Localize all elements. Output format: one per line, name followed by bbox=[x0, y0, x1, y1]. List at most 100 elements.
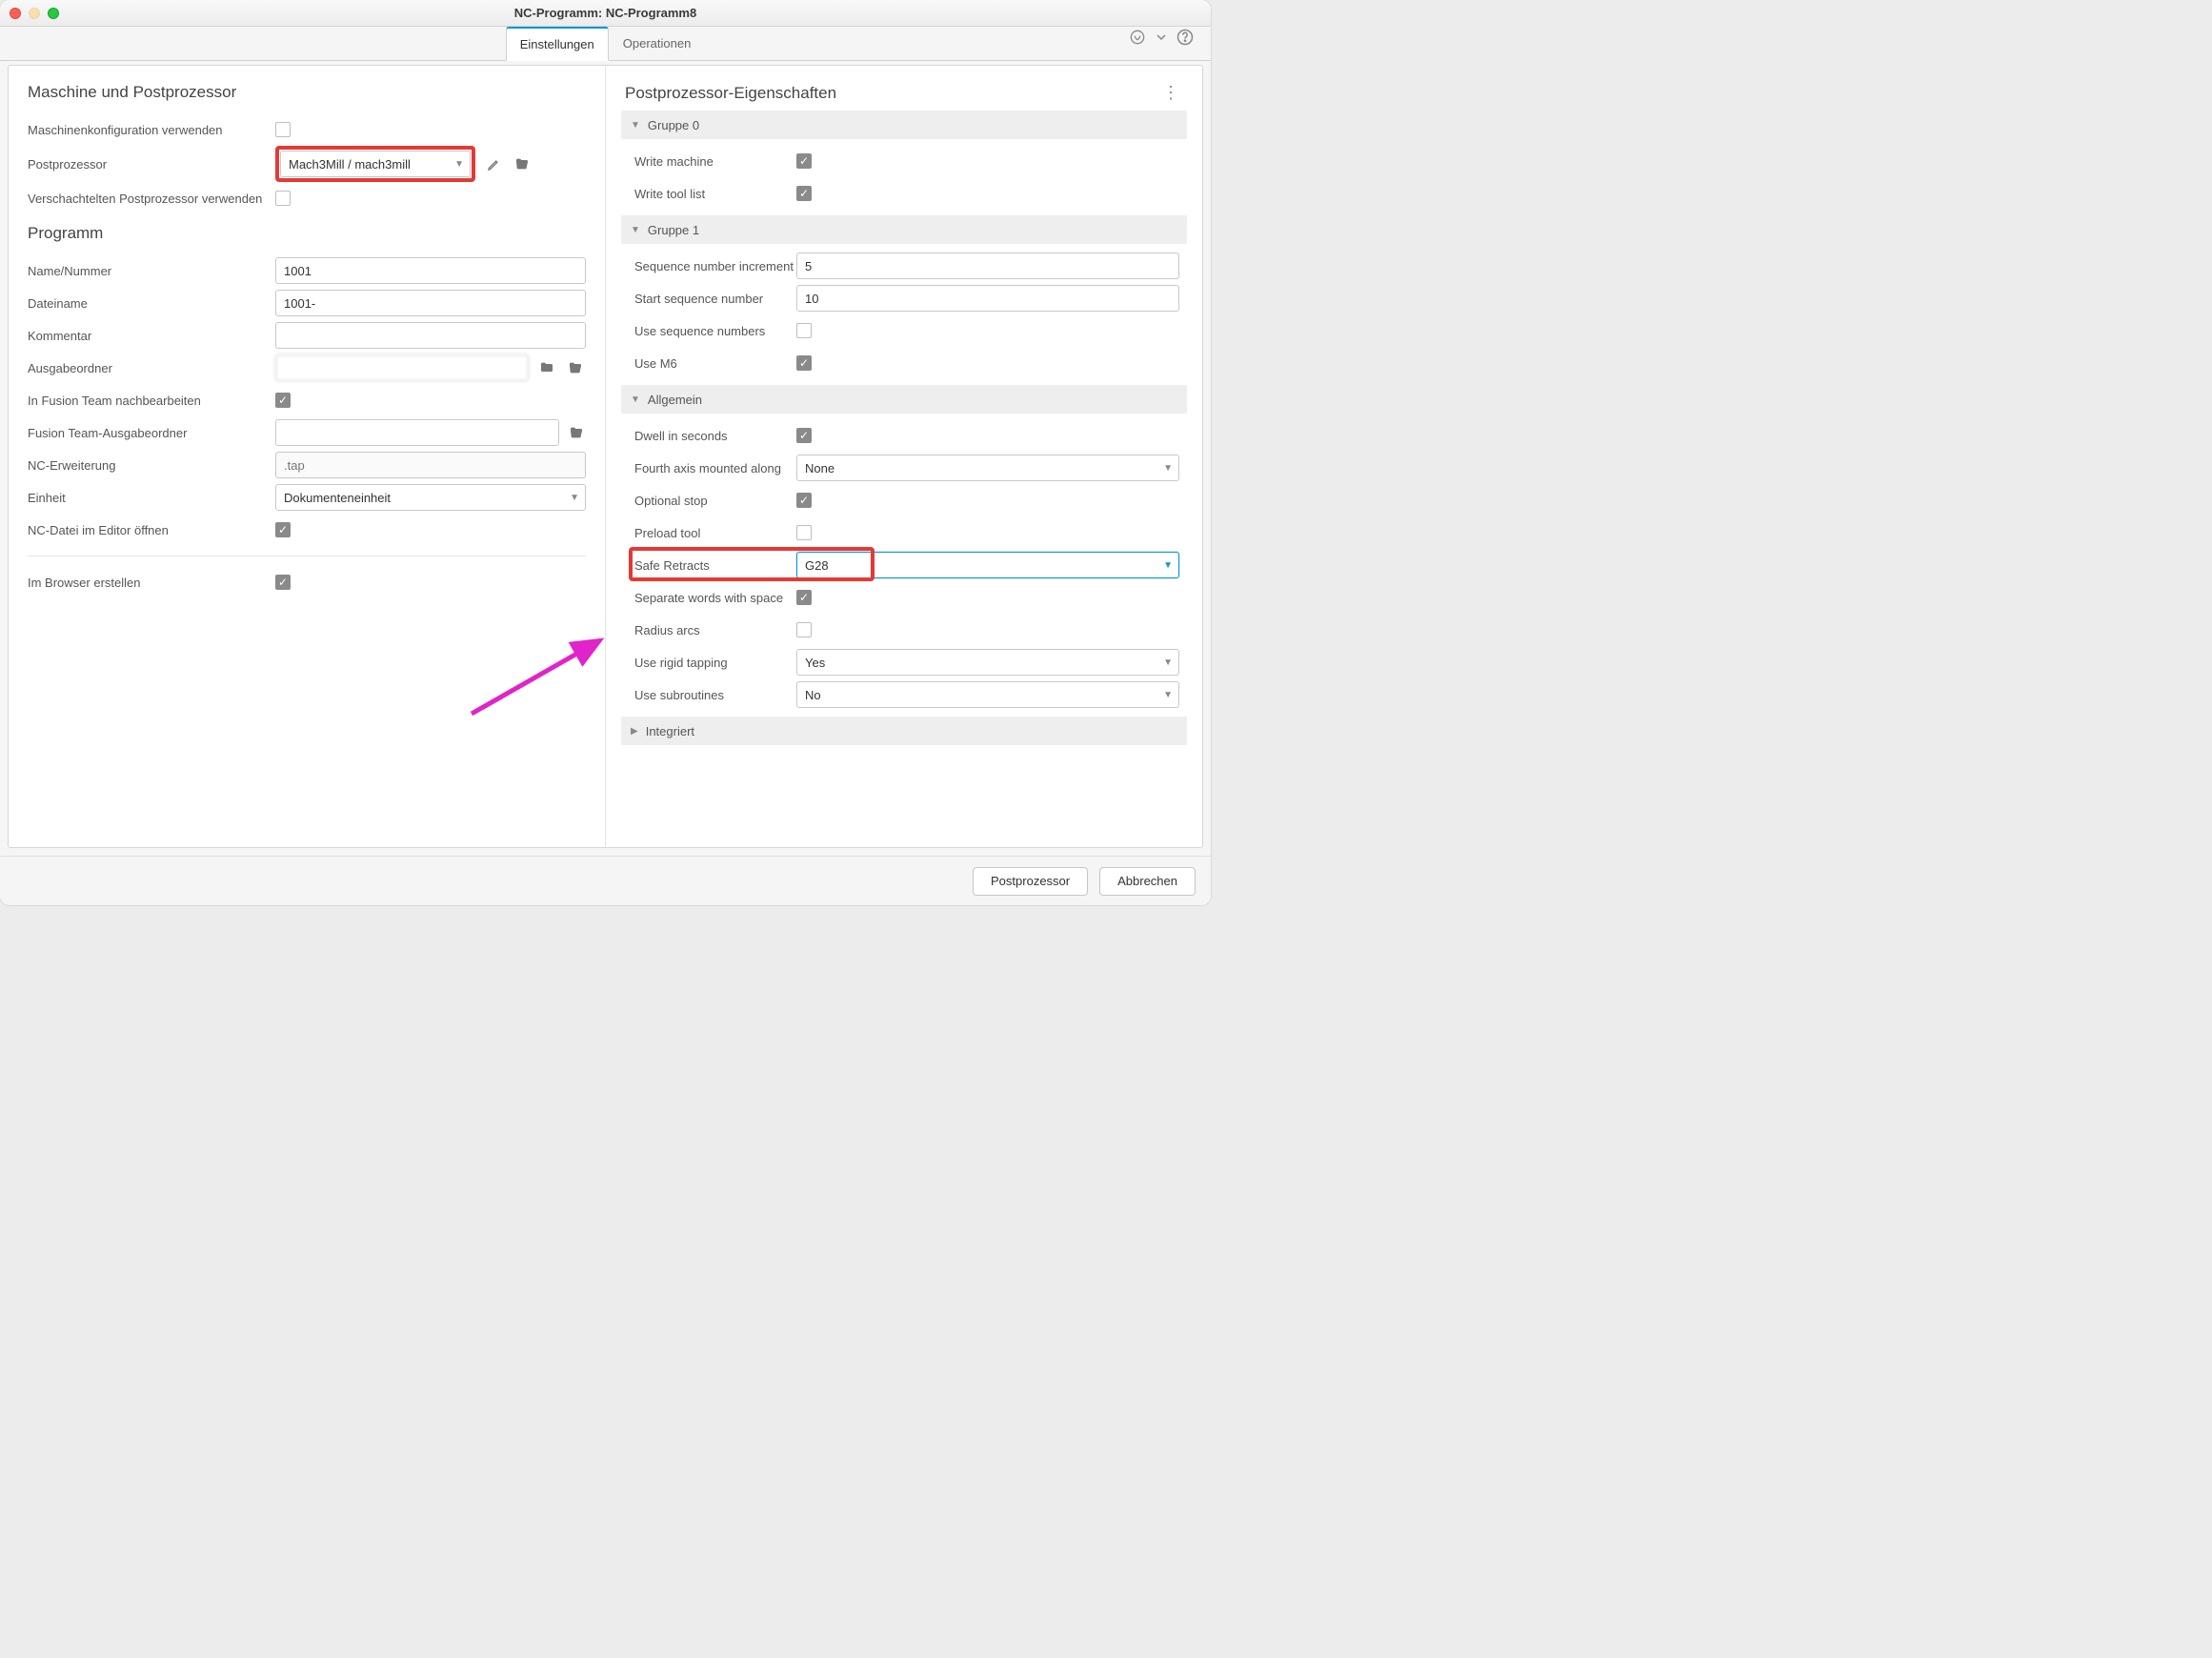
close-window-icon[interactable] bbox=[10, 8, 21, 19]
nc-ext-input[interactable] bbox=[275, 452, 586, 478]
chevron-down-icon: ▼ bbox=[1163, 463, 1173, 474]
use-seq-checkbox[interactable] bbox=[796, 323, 812, 338]
subroutines-select[interactable]: No ▼ bbox=[796, 681, 1179, 708]
content-area: Maschine und Postprozessor Maschinenkonf… bbox=[8, 65, 1203, 848]
disclosure-down-icon: ▼ bbox=[631, 120, 640, 131]
comment-input[interactable] bbox=[275, 322, 586, 349]
maximize-window-icon[interactable] bbox=[48, 8, 59, 19]
post-button[interactable]: Postprozessor bbox=[973, 867, 1088, 896]
use-m6-checkbox[interactable] bbox=[796, 355, 812, 371]
browse-team-folder-icon[interactable] bbox=[567, 422, 586, 443]
dwell-label: Dwell in seconds bbox=[634, 429, 796, 443]
safe-retracts-value: G28 bbox=[805, 558, 829, 573]
nc-ext-label: NC-Erweiterung bbox=[28, 458, 266, 473]
start-seq-input[interactable] bbox=[796, 285, 1179, 312]
rigid-tap-label: Use rigid tapping bbox=[634, 656, 796, 670]
fourth-axis-select[interactable]: None ▼ bbox=[796, 455, 1179, 481]
reset-output-folder-icon[interactable] bbox=[536, 357, 557, 378]
dialog-window: NC-Programm: NC-Programm8 Einstellungen … bbox=[0, 0, 1211, 905]
dialog-footer: Postprozessor Abbrechen bbox=[0, 856, 1211, 905]
chevron-down-icon: ▼ bbox=[570, 493, 579, 503]
filename-input[interactable] bbox=[275, 290, 586, 316]
help-icon[interactable] bbox=[1175, 27, 1196, 48]
group-1-header[interactable]: ▼ Gruppe 1 bbox=[621, 215, 1187, 244]
tab-settings[interactable]: Einstellungen bbox=[506, 27, 609, 61]
window-title: NC-Programm: NC-Programm8 bbox=[514, 6, 696, 20]
subroutines-value: No bbox=[805, 688, 821, 702]
optional-stop-checkbox[interactable] bbox=[796, 493, 812, 508]
chevron-down-icon: ▼ bbox=[1163, 560, 1173, 571]
write-tool-list-label: Write tool list bbox=[634, 187, 796, 201]
postprocessor-select[interactable]: Mach3Mill / mach3mill ▼ bbox=[280, 151, 471, 177]
section-machine-pp: Maschine und Postprozessor bbox=[28, 83, 586, 102]
tab-operations[interactable]: Operationen bbox=[609, 27, 706, 60]
chevron-down-icon: ▼ bbox=[1163, 690, 1173, 700]
team-output-input[interactable] bbox=[275, 419, 559, 446]
preload-tool-label: Preload tool bbox=[634, 526, 796, 540]
start-seq-label: Start sequence number bbox=[634, 292, 796, 306]
pp-properties-menu-icon[interactable]: ⋮ bbox=[1158, 83, 1183, 103]
subroutines-label: Use subroutines bbox=[634, 688, 796, 702]
radius-arcs-checkbox[interactable] bbox=[796, 622, 812, 637]
left-pane: Maschine und Postprozessor Maschinenkonf… bbox=[9, 66, 606, 847]
seq-inc-label: Sequence number increment bbox=[634, 259, 796, 273]
use-nested-pp-checkbox[interactable] bbox=[275, 191, 291, 206]
seq-inc-input[interactable] bbox=[796, 253, 1179, 279]
section-program: Programm bbox=[28, 224, 586, 243]
browse-output-folder-icon[interactable] bbox=[565, 357, 586, 378]
fourth-axis-value: None bbox=[805, 461, 835, 475]
open-postprocessor-folder-icon[interactable] bbox=[512, 153, 533, 174]
preload-tool-checkbox[interactable] bbox=[796, 525, 812, 540]
sep-words-label: Separate words with space bbox=[634, 591, 796, 605]
use-machine-config-checkbox[interactable] bbox=[275, 122, 291, 137]
group-integrated-header[interactable]: ▶ Integriert bbox=[621, 717, 1187, 745]
group-general-label: Allgemein bbox=[648, 393, 702, 407]
postprocessor-value: Mach3Mill / mach3mill bbox=[289, 157, 411, 172]
edit-in-team-checkbox[interactable] bbox=[275, 393, 291, 408]
name-number-label: Name/Nummer bbox=[28, 264, 266, 278]
disclosure-down-icon: ▼ bbox=[631, 394, 640, 405]
phone-icon[interactable] bbox=[1127, 27, 1148, 48]
dwell-checkbox[interactable] bbox=[796, 428, 812, 443]
name-number-input[interactable] bbox=[275, 257, 586, 284]
pp-properties-title: Postprozessor-Eigenschaften bbox=[625, 84, 836, 103]
write-machine-checkbox[interactable] bbox=[796, 153, 812, 169]
group-0-label: Gruppe 0 bbox=[648, 118, 699, 132]
use-seq-label: Use sequence numbers bbox=[634, 324, 796, 338]
group-general-header[interactable]: ▼ Allgemein bbox=[621, 385, 1187, 414]
fourth-axis-label: Fourth axis mounted along bbox=[634, 461, 796, 475]
disclosure-down-icon: ▼ bbox=[631, 225, 640, 235]
rigid-tap-value: Yes bbox=[805, 656, 825, 670]
disclosure-right-icon: ▶ bbox=[631, 726, 638, 737]
use-nested-pp-label: Verschachtelten Postprozessor verwenden bbox=[28, 192, 266, 206]
optional-stop-label: Optional stop bbox=[634, 494, 796, 508]
window-controls bbox=[10, 8, 59, 19]
edit-postprocessor-icon[interactable] bbox=[483, 153, 504, 174]
radius-arcs-label: Radius arcs bbox=[634, 623, 796, 637]
titlebar: NC-Programm: NC-Programm8 bbox=[0, 0, 1211, 27]
safe-retracts-label: Safe Retracts bbox=[634, 558, 796, 573]
chevron-down-icon[interactable] bbox=[1156, 27, 1167, 48]
group-0-header[interactable]: ▼ Gruppe 0 bbox=[621, 111, 1187, 139]
tab-bar: Einstellungen Operationen bbox=[0, 27, 1211, 61]
comment-label: Kommentar bbox=[28, 329, 266, 343]
output-folder-input[interactable] bbox=[275, 354, 529, 381]
right-pane: Postprozessor-Eigenschaften ⋮ ▼ Gruppe 0… bbox=[606, 66, 1202, 847]
minimize-window-icon[interactable] bbox=[29, 8, 40, 19]
group-1-label: Gruppe 1 bbox=[648, 223, 699, 237]
open-in-editor-checkbox[interactable] bbox=[275, 522, 291, 537]
safe-retracts-select[interactable]: G28 ▼ bbox=[796, 552, 1179, 578]
cancel-button[interactable]: Abbrechen bbox=[1099, 867, 1196, 896]
output-folder-label: Ausgabeordner bbox=[28, 361, 266, 375]
rigid-tap-select[interactable]: Yes ▼ bbox=[796, 649, 1179, 676]
chevron-down-icon: ▼ bbox=[1163, 657, 1173, 668]
create-in-browser-checkbox[interactable] bbox=[275, 575, 291, 590]
group-integrated-label: Integriert bbox=[646, 724, 694, 738]
unit-select[interactable]: Dokumenteneinheit ▼ bbox=[275, 484, 586, 511]
use-machine-config-label: Maschinenkonfiguration verwenden bbox=[28, 123, 266, 137]
sep-words-checkbox[interactable] bbox=[796, 590, 812, 605]
unit-label: Einheit bbox=[28, 491, 266, 505]
chevron-down-icon: ▼ bbox=[454, 159, 464, 170]
use-m6-label: Use M6 bbox=[634, 356, 796, 371]
write-tool-list-checkbox[interactable] bbox=[796, 186, 812, 201]
